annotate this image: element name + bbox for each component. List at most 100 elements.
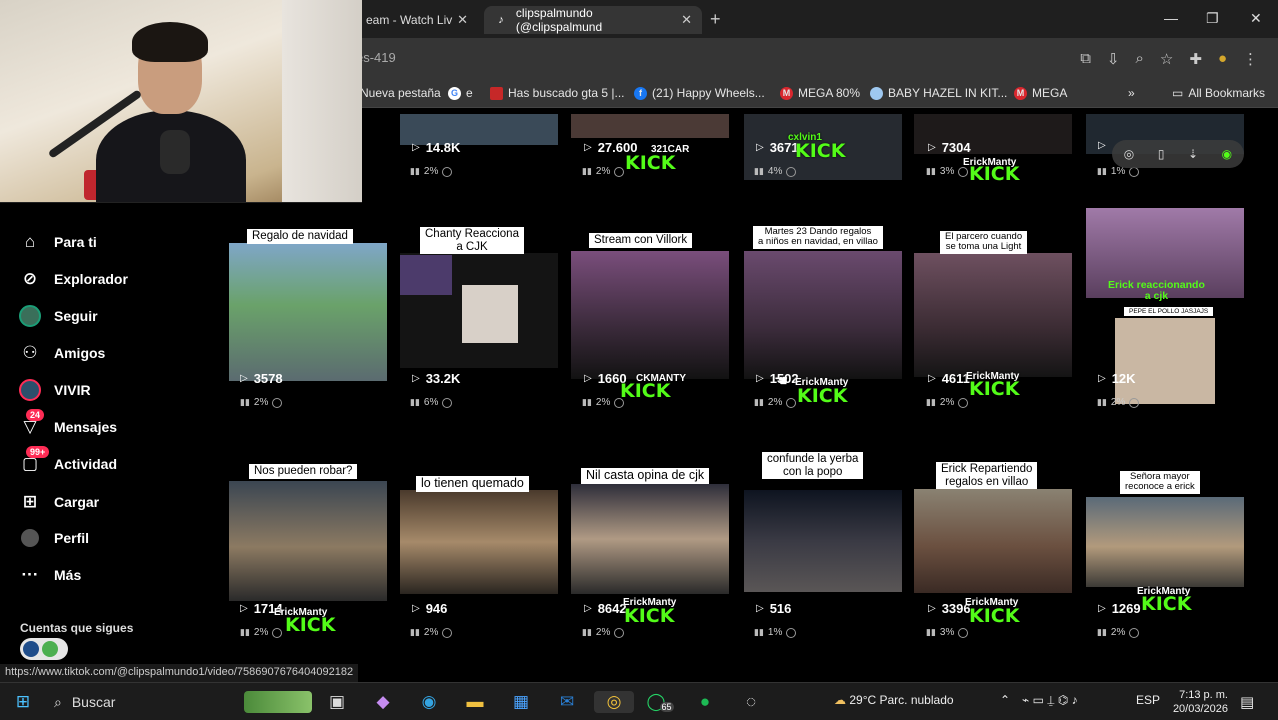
video-thumbnail[interactable] (400, 253, 558, 368)
restore-icon[interactable]: ❐ (1206, 10, 1219, 27)
copilot-icon[interactable]: ◆ (372, 691, 394, 713)
video-thumbnail[interactable] (914, 253, 1072, 377)
bookmark-item[interactable]: M MEGA 80% (780, 86, 860, 100)
bookmark-item[interactable]: Nueva pestaña (360, 86, 441, 100)
info-icon[interactable] (442, 397, 453, 408)
minimize-icon[interactable]: — (1164, 10, 1178, 26)
info-icon[interactable] (1129, 166, 1140, 177)
info-icon[interactable] (958, 397, 969, 408)
tab-stream[interactable]: eam - Watch Liv ✕ (356, 6, 478, 34)
extensions-icon[interactable]: ✚ (1189, 50, 1202, 68)
taskbar-search[interactable]: ⌕ Buscar (44, 689, 234, 715)
sidebar-item-mensajes[interactable]: ▽ 24 Mensajes (18, 409, 117, 439)
sidebar-item-vivir[interactable]: VIVIR (18, 378, 91, 402)
new-tab-button[interactable]: + (710, 9, 721, 30)
phone-icon[interactable]: ▯ (1158, 147, 1165, 161)
info-icon[interactable] (442, 166, 453, 177)
zoom-icon[interactable]: ⌕ (1136, 50, 1144, 68)
info-icon[interactable] (958, 166, 969, 177)
sidebar-item-mas[interactable]: ··· Más (18, 563, 82, 587)
following-accounts-list[interactable] (20, 638, 68, 660)
bookmark-item[interactable]: f (21) Happy Wheels... (634, 86, 765, 100)
mega-icon: M (1014, 86, 1027, 100)
info-icon[interactable] (786, 627, 797, 638)
windows-start-icon[interactable]: ⊞ (12, 691, 34, 713)
record-icon[interactable]: ◎ (1124, 147, 1134, 161)
app-icon[interactable]: ◉ (1222, 147, 1232, 161)
store-icon[interactable]: ▦ (510, 691, 532, 713)
video-thumbnail[interactable] (914, 489, 1072, 593)
menu-icon[interactable]: ⋮ (1243, 50, 1258, 68)
outlook-icon[interactable]: ✉ (556, 691, 578, 713)
weather-widget[interactable]: ☁ 29°C Parc. nublado (834, 693, 954, 707)
info-icon[interactable] (958, 627, 969, 638)
info-icon[interactable] (614, 166, 625, 177)
video-thumbnail[interactable] (571, 251, 729, 379)
language-indicator[interactable]: ESP (1136, 693, 1160, 707)
info-icon[interactable] (1129, 397, 1140, 408)
messages-icon: ▽ 24 (18, 409, 45, 439)
camera-icon[interactable]: ▭ (1033, 693, 1044, 707)
network-icon[interactable]: ⌬ (1058, 693, 1068, 707)
bookmark-item[interactable]: Has buscado gta 5 |... (490, 86, 625, 100)
widgets-icon[interactable] (244, 691, 312, 713)
video-thumbnail[interactable] (744, 251, 902, 379)
install-icon[interactable]: ⇩ (1107, 50, 1120, 68)
avatar[interactable] (42, 641, 58, 657)
app-icon[interactable]: ◌ (740, 691, 762, 713)
sidebar-item-perfil[interactable]: Perfil (18, 526, 89, 550)
sidebar-item-para-ti[interactable]: ⌂ Para ti (18, 230, 97, 254)
info-icon[interactable] (442, 627, 453, 638)
info-icon[interactable] (786, 397, 797, 408)
video-thumbnail[interactable] (1086, 497, 1244, 587)
chrome-icon[interactable]: ◎ (594, 691, 634, 713)
all-bookmarks-button[interactable]: ▭ All Bookmarks (1172, 86, 1265, 100)
kick-logo: KICK (797, 385, 848, 407)
video-thumbnail[interactable] (571, 114, 729, 138)
bookmarks-more-button[interactable]: » (1128, 86, 1135, 100)
volume-icon[interactable]: ♪ (1072, 693, 1078, 707)
task-view-icon[interactable]: ▣ (326, 691, 348, 713)
profile-avatar-icon[interactable]: ● (1218, 50, 1227, 68)
tray-chevron-icon[interactable]: ⌃ (1000, 693, 1010, 707)
avatar[interactable] (23, 641, 39, 657)
clock[interactable]: 7:13 p. m. 20/03/2026 (1173, 688, 1228, 716)
views-text: 12K (1111, 371, 1136, 386)
whatsapp-icon[interactable]: ◯ 65 (646, 691, 674, 713)
bookmark-item[interactable]: M MEGA (1014, 86, 1067, 100)
microphone-icon[interactable]: ⍊ (1047, 693, 1054, 707)
sidebar-item-seguir[interactable]: Seguir (18, 304, 98, 328)
video-thumbnail[interactable] (571, 484, 729, 594)
video-thumbnail[interactable] (400, 490, 558, 594)
translate-icon[interactable]: ⧉ (1080, 50, 1091, 68)
close-tab-icon[interactable]: ✕ (457, 12, 468, 28)
info-icon[interactable] (1129, 627, 1140, 638)
bookmark-item[interactable]: Ge (448, 86, 473, 100)
usb-icon[interactable]: ⌁ (1022, 693, 1029, 707)
spotify-icon[interactable]: ● (694, 691, 716, 713)
info-icon[interactable] (272, 627, 283, 638)
file-explorer-icon[interactable]: ▬ (464, 691, 486, 713)
download-icon[interactable]: ⇣ (1188, 147, 1198, 161)
info-icon[interactable] (786, 166, 797, 177)
pct-text: 2% (595, 627, 611, 638)
sidebar-item-actividad[interactable]: ▢ 99+ Actividad (18, 446, 117, 476)
info-icon[interactable] (614, 627, 625, 638)
video-thumbnail[interactable] (229, 243, 387, 381)
tab-clipspalmundo[interactable]: ♪ clipspalmundo (@clipspalmund ✕ (484, 6, 702, 34)
notifications-icon[interactable]: ▤ (1240, 693, 1254, 711)
info-icon[interactable] (272, 397, 283, 408)
edge-icon[interactable]: ◉ (418, 691, 440, 713)
video-thumbnail[interactable] (229, 481, 387, 601)
close-window-icon[interactable]: ✕ (1250, 10, 1262, 27)
sidebar-item-explorador[interactable]: ⊘ Explorador (18, 267, 128, 291)
play-icon: ▷ (928, 142, 936, 153)
video-caption: Erick Repartiendo regalos en villao (936, 462, 1038, 490)
bookmark-item[interactable]: BABY HAZEL IN KIT... (870, 86, 1007, 100)
info-icon[interactable] (614, 397, 625, 408)
sidebar-item-cargar[interactable]: ⊞ Cargar (18, 490, 99, 514)
close-tab-icon[interactable]: ✕ (681, 12, 692, 28)
sidebar-item-amigos[interactable]: ⚇ Amigos (18, 341, 105, 365)
video-thumbnail[interactable] (744, 490, 902, 592)
star-icon[interactable]: ☆ (1160, 50, 1173, 68)
